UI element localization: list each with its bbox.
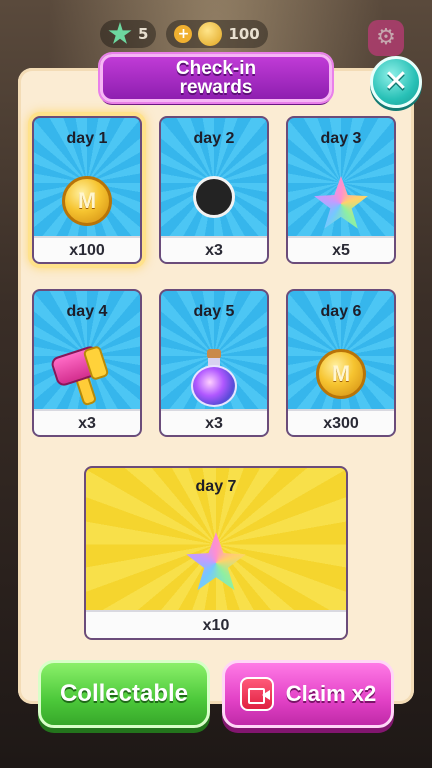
reward-quantity: x100 [34, 236, 140, 262]
coin-icon: M [316, 349, 366, 399]
day-label: day 6 [320, 303, 362, 320]
currency-bar: 5 + 100 [100, 18, 320, 50]
reward-quantity: x3 [34, 409, 140, 435]
reward-card-day-3[interactable]: day 3 x5 [286, 116, 396, 264]
star-icon [108, 22, 132, 44]
reward-quantity: x3 [161, 409, 267, 435]
reward-quantity: x10 [86, 610, 346, 638]
video-ad-icon [239, 677, 274, 711]
star-count: 5 [138, 25, 149, 43]
reward-card-day-1[interactable]: day 1 M x100 [32, 116, 142, 264]
reward-card-day-2[interactable]: day 2 x3 [159, 116, 269, 264]
close-button[interactable]: ✕ [370, 56, 422, 108]
rainbow-star-icon [313, 176, 369, 232]
gear-icon[interactable]: ⚙ [368, 20, 404, 56]
potion-icon [189, 349, 239, 407]
coin-counter[interactable]: + 100 [166, 20, 268, 48]
hammer-icon [49, 344, 121, 407]
add-coins-icon[interactable]: + [174, 25, 193, 43]
reward-quantity: x300 [288, 409, 394, 435]
reward-quantity: x3 [161, 236, 267, 262]
day-label: day 4 [66, 303, 108, 320]
coin-icon: M [62, 176, 112, 226]
day-label: day 1 [66, 130, 108, 147]
dialog-title: Check-in rewards [175, 58, 257, 98]
rainbow-star-icon [185, 532, 247, 594]
day-label: day 7 [195, 478, 237, 495]
reward-card-day-4[interactable]: day 4 x3 [32, 289, 142, 437]
collectable-button[interactable]: Collectable [38, 660, 210, 728]
collectable-label: Collectable [59, 680, 189, 707]
day-label: day 2 [193, 130, 235, 147]
reward-card-day-5[interactable]: day 5 x3 [159, 289, 269, 437]
reward-card-day-6[interactable]: day 6 M x300 [286, 289, 396, 437]
close-icon: ✕ [383, 64, 409, 99]
reward-card-day-7[interactable]: day 7 x10 [84, 466, 348, 640]
claim-x2-button[interactable]: Claim x2 [222, 660, 394, 728]
coin-count: 100 [228, 25, 260, 43]
day-label: day 5 [193, 303, 235, 320]
coin-icon [198, 22, 223, 46]
hole-icon [193, 176, 235, 218]
claim-label: Claim x2 [285, 681, 377, 706]
star-counter: 5 [100, 20, 157, 48]
day-label: day 3 [320, 130, 362, 147]
dialog-title-banner: Check-in rewards [100, 54, 332, 102]
reward-quantity: x5 [288, 236, 394, 262]
